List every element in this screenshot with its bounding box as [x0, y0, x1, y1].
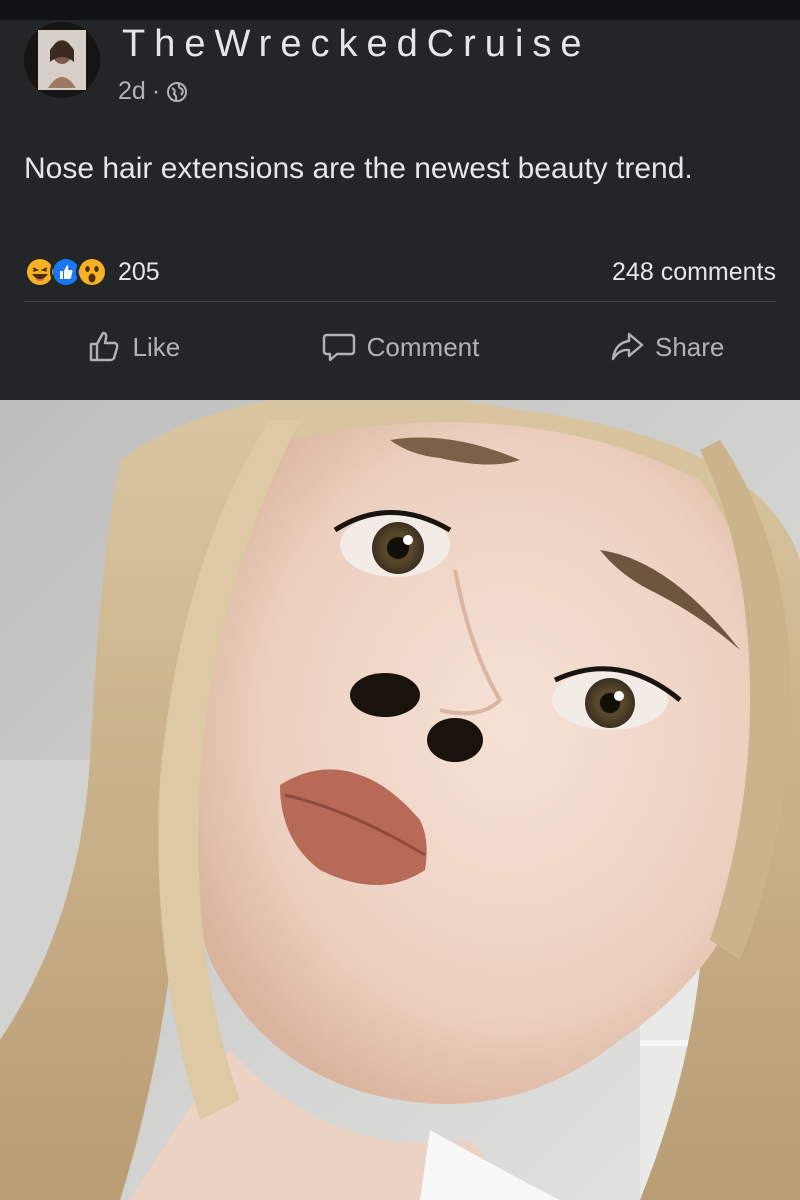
thumbs-up-icon: [86, 329, 122, 365]
status-bar: [0, 0, 800, 20]
post-time[interactable]: 2d: [118, 76, 146, 106]
globe-icon: [166, 80, 188, 102]
comment-button[interactable]: Comment: [267, 320, 534, 374]
reactions-summary[interactable]: 205: [24, 256, 160, 288]
comments-count[interactable]: 248 comments: [612, 256, 776, 288]
reaction-count: 205: [118, 257, 160, 286]
post-photo[interactable]: [0, 400, 800, 1200]
meta-separator: ·: [151, 77, 161, 105]
avatar[interactable]: [24, 22, 100, 98]
share-button[interactable]: Share: [533, 320, 800, 374]
share-label: Share: [654, 331, 725, 362]
divider: [24, 301, 776, 302]
post-meta: 2d ·: [118, 76, 188, 106]
comment-label: Comment: [366, 331, 480, 362]
post-text: Nose hair extensions are the newest beau…: [24, 152, 693, 185]
like-button[interactable]: Like: [0, 320, 267, 374]
action-bar: Like Comment Share: [0, 320, 800, 374]
share-icon: [609, 329, 645, 365]
wow-icon: [76, 256, 108, 288]
comment-icon: [321, 329, 357, 365]
author-name[interactable]: TheWreckedCruise: [122, 22, 591, 66]
like-label: Like: [132, 331, 181, 362]
post-card: TheWreckedCruise 2d · Nose hair extensio…: [0, 20, 800, 388]
